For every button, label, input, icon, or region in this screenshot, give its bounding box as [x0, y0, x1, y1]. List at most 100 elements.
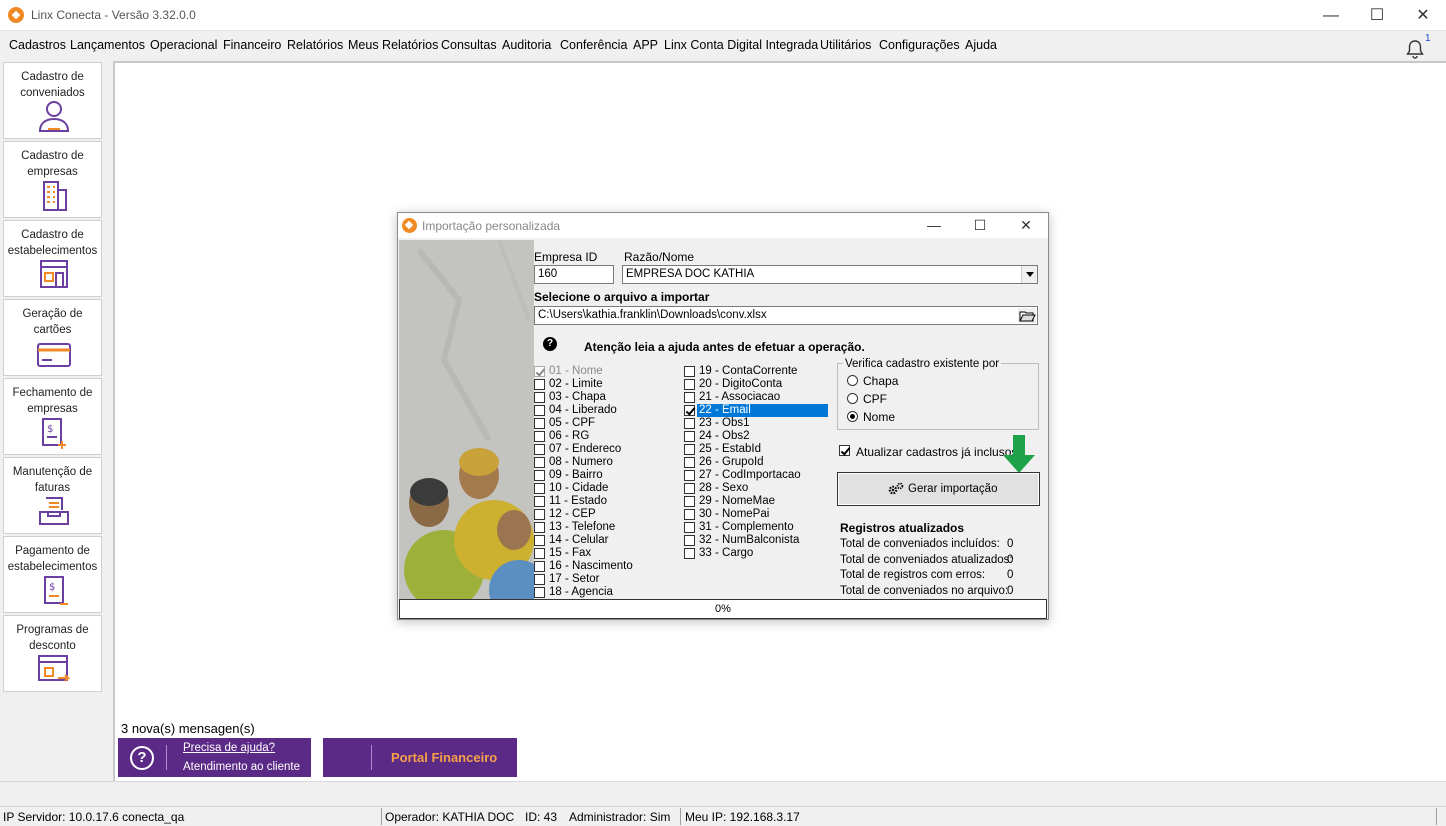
checkbox-box[interactable] [684, 483, 695, 494]
help-link[interactable]: Precisa de ajuda? [183, 742, 275, 754]
checkbox-box[interactable] [684, 457, 695, 468]
messages-text[interactable]: 3 nova(s) mensagen(s) [121, 721, 255, 736]
radio-circle[interactable] [847, 375, 858, 386]
checkbox-box[interactable] [534, 535, 545, 546]
checkbox-box[interactable] [684, 535, 695, 546]
folder-open-icon[interactable] [1018, 308, 1036, 323]
checkbox-box[interactable] [534, 444, 545, 455]
sidebar-item-cadastro-conveniados[interactable]: Cadastro de conveniados [3, 62, 102, 139]
gerar-importacao-button[interactable]: Gerar importação [837, 472, 1040, 506]
checkbox-box[interactable] [534, 522, 545, 533]
app-logo-icon [402, 218, 417, 233]
dialog-maximize-button[interactable]: ☐ [957, 213, 1003, 238]
field-checkbox-label: 25 - EstabId [699, 443, 762, 455]
checkbox-box[interactable] [534, 470, 545, 481]
menu-financeiro[interactable]: Financeiro [223, 38, 281, 52]
radio-circle[interactable] [847, 411, 858, 422]
checkbox-box[interactable] [534, 457, 545, 468]
checkbox-box[interactable] [684, 548, 695, 559]
menu-meus-relatorios[interactable]: Meus Relatórios [348, 38, 438, 52]
checkbox-box[interactable] [684, 366, 695, 377]
invoice-add-icon: $ [42, 418, 66, 449]
checkbox-box[interactable] [534, 548, 545, 559]
checkbox-box[interactable] [684, 392, 695, 403]
bell-icon[interactable] [1404, 38, 1426, 60]
status-operator: Operador: KATHIA DOC [385, 810, 515, 824]
menu-relatorios[interactable]: Relatórios [287, 38, 343, 52]
checkbox-box[interactable] [839, 445, 850, 456]
checkbox-box[interactable] [684, 379, 695, 390]
field-checkbox-label: 21 - Associacao [699, 391, 781, 403]
menu-operacional[interactable]: Operacional [150, 38, 217, 52]
checkbox-box[interactable] [534, 496, 545, 507]
checkbox-box[interactable] [534, 379, 545, 390]
checkbox-box[interactable] [534, 392, 545, 403]
menu-ajuda[interactable]: Ajuda [965, 38, 997, 52]
menu-auditoria[interactable]: Auditoria [502, 38, 551, 52]
minimize-button[interactable]: — [1308, 0, 1354, 31]
title-bar: Linx Conecta - Versão 3.32.0.0 — ☐ ✕ [0, 0, 1446, 31]
sidebar-item-manutencao-faturas[interactable]: Manutenção de faturas [3, 457, 102, 534]
radio-circle[interactable] [847, 393, 858, 404]
field-checkbox-label: 10 - Cidade [549, 482, 609, 494]
checkbox-box[interactable] [684, 431, 695, 442]
card-icon [37, 343, 71, 367]
checkbox-box[interactable] [534, 405, 545, 416]
razao-select[interactable]: EMPRESA DOC KATHIA [622, 265, 1038, 284]
field-checkbox[interactable]: 18 - Agencia [534, 586, 834, 599]
file-path-input[interactable]: C:\Users\kathia.franklin\Downloads\conv.… [534, 306, 1038, 325]
menu-linx-conta-digital[interactable]: Linx Conta Digital Integrada [664, 38, 818, 52]
file-path-value: C:\Users\kathia.franklin\Downloads\conv.… [538, 309, 767, 321]
checkbox-box[interactable] [534, 418, 545, 429]
menu-utilitarios[interactable]: Utilitários [820, 38, 871, 52]
field-checkbox-label: 08 - Numero [549, 456, 613, 468]
dialog-minimize-button[interactable]: — [911, 213, 957, 238]
checkbox-box[interactable] [534, 587, 545, 598]
field-checkbox[interactable]: 24 - Obs2 [684, 430, 984, 443]
sidebar-item-cadastro-estabelecimentos[interactable]: Cadastro de estabelecimentos [3, 220, 102, 297]
field-checkbox[interactable]: 17 - Setor [534, 573, 834, 586]
sidebar-item-cadastro-empresas[interactable]: Cadastro de empresas [3, 141, 102, 218]
sidebar-item-programas-desconto[interactable]: Programas de desconto [3, 615, 102, 692]
empresa-id-input[interactable]: 160 [534, 265, 614, 284]
sidebar-item-pagamento-estabelecimentos[interactable]: Pagamento de estabelecimentos $ [3, 536, 102, 613]
menu-app[interactable]: APP [633, 38, 658, 52]
sidebar-item-fechamento-empresas[interactable]: Fechamento de empresas $ [3, 378, 102, 455]
checkbox-box[interactable] [534, 483, 545, 494]
dialog-close-button[interactable]: ✕ [1003, 213, 1049, 238]
field-checkbox[interactable]: 30 - NomePai [684, 508, 984, 521]
checkbox-box[interactable] [684, 496, 695, 507]
menu-lancamentos[interactable]: Lançamentos [70, 38, 145, 52]
checkbox-box[interactable] [684, 509, 695, 520]
checkbox-box[interactable] [534, 366, 545, 377]
menu-consultas[interactable]: Consultas [441, 38, 497, 52]
help-question-icon: ? [130, 746, 154, 770]
arrow-down-icon [1003, 435, 1035, 473]
checkbox-box[interactable] [684, 405, 695, 416]
checkbox-box[interactable] [534, 431, 545, 442]
svg-text:$: $ [49, 582, 55, 593]
checkbox-box[interactable] [684, 522, 695, 533]
menu-conferencia[interactable]: Conferência [560, 38, 627, 52]
sidebar-item-label: Cadastro de empresas [21, 150, 84, 178]
menu-cadastros[interactable]: Cadastros [9, 38, 66, 52]
field-checkbox-label: 02 - Limite [549, 378, 603, 390]
sidebar-item-geracao-cartoes[interactable]: Geração de cartões [3, 299, 102, 376]
chevron-down-icon[interactable] [1021, 266, 1037, 283]
atualizar-checkbox[interactable]: Atualizar cadastros já inclusos. [839, 445, 1021, 459]
help-circle-icon[interactable]: ? [543, 337, 557, 351]
close-button[interactable]: ✕ [1400, 0, 1446, 31]
checkbox-box[interactable] [684, 444, 695, 455]
checkbox-box[interactable] [684, 470, 695, 481]
portal-label: Portal Financeiro [391, 750, 498, 765]
empresa-id-label: Empresa ID [534, 250, 598, 264]
menu-bar: Cadastros Lançamentos Operacional Financ… [0, 31, 1446, 61]
maximize-button[interactable]: ☐ [1354, 0, 1400, 31]
portal-financeiro-button[interactable]: Portal Financeiro [323, 738, 517, 777]
checkbox-box[interactable] [534, 574, 545, 585]
checkbox-box[interactable] [534, 509, 545, 520]
checkbox-box[interactable] [534, 561, 545, 572]
checkbox-box[interactable] [684, 418, 695, 429]
help-panel[interactable]: ? Precisa de ajuda? Atendimento ao clien… [118, 738, 311, 777]
menu-configuracoes[interactable]: Configurações [879, 38, 960, 52]
